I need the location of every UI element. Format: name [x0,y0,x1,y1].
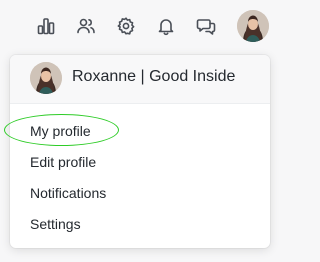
bell-icon[interactable] [155,15,177,37]
avatar [237,10,269,42]
user-menu-dropdown: Roxanne | Good Inside My profile Edit pr… [10,55,270,248]
people-icon[interactable] [75,15,97,37]
user-display-name: Roxanne | Good Inside [72,68,236,85]
stats-icon[interactable] [35,15,57,37]
menu-item-notifications[interactable]: Notifications [30,185,106,201]
top-navigation-bar [0,0,287,54]
menu-item-edit-profile[interactable]: Edit profile [30,154,96,170]
menu-item-my-profile[interactable]: My profile [30,123,91,139]
user-avatar-button[interactable] [237,10,269,42]
user-menu-header: Roxanne | Good Inside [10,55,270,104]
chat-icon[interactable] [195,15,217,37]
avatar [30,62,62,94]
gear-icon[interactable] [115,15,137,37]
menu-item-settings[interactable]: Settings [30,216,81,232]
